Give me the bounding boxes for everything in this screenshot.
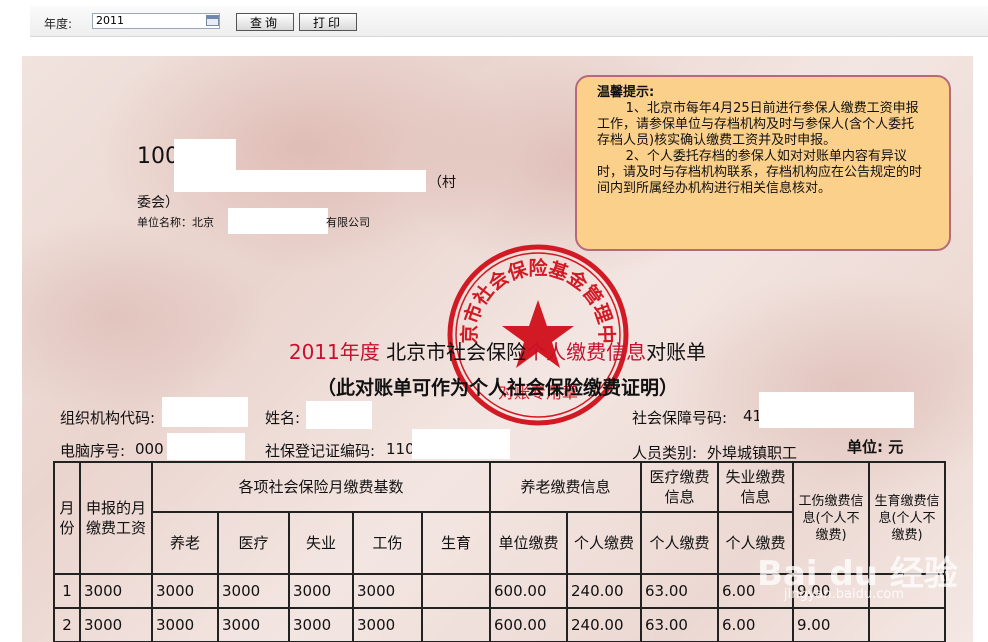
redaction-block bbox=[167, 433, 245, 460]
redaction-block bbox=[162, 397, 248, 427]
calendar-icon[interactable] bbox=[206, 15, 219, 26]
cell-pension-unit: 600.00 bbox=[489, 573, 568, 609]
redaction-block bbox=[306, 401, 372, 429]
person-category-label: 人员类别: bbox=[632, 444, 698, 462]
header-pension-info: 养老缴费信息 bbox=[489, 461, 642, 513]
redaction-block bbox=[759, 392, 914, 428]
cell-medical-base: 3000 bbox=[217, 607, 290, 642]
title-main: 北京市社会保险 bbox=[379, 340, 527, 364]
header-declared-wage: 申报的月缴费工资 bbox=[79, 461, 153, 575]
cell-unemployment-personal: 6.00 bbox=[717, 607, 794, 642]
statement-title: 2011年度 北京市社会保险个人缴费信息对账单 bbox=[22, 336, 973, 365]
header-unemployment-info: 失业缴费信息 bbox=[717, 461, 794, 513]
registration-code-value: 110 bbox=[386, 440, 415, 458]
social-security-no-label: 社会保障号码: bbox=[632, 409, 728, 427]
notice-title: 温馨提示: bbox=[597, 85, 655, 100]
print-button[interactable]: 打印 bbox=[299, 13, 357, 31]
cell-unemployment-base: 3000 bbox=[288, 573, 354, 609]
cell-maternity-base bbox=[421, 607, 491, 642]
currency-unit: 单位: 元 bbox=[847, 438, 904, 456]
name-label: 姓名: bbox=[265, 409, 301, 427]
cell-pension-unit: 600.00 bbox=[489, 607, 568, 642]
notice-paragraph-1: 1、北京市每年4月25日前进行参保人缴费工资申报工作，请参保单位与存档机构及时与… bbox=[597, 101, 919, 148]
subheader-medical-base: 医疗 bbox=[217, 511, 290, 575]
org-code-label: 组织机构代码: bbox=[60, 409, 156, 427]
cell-declared-wage: 3000 bbox=[79, 607, 153, 642]
year-label: 年度: bbox=[44, 17, 73, 31]
official-seal: 北京市社会保险基金管理中心 对账专用章 bbox=[445, 242, 629, 426]
person-category-value: 外埠城镇职工 bbox=[707, 444, 798, 462]
subheader-unemployment-base: 失业 bbox=[288, 511, 354, 575]
header-contribution-bases: 各项社会保险月缴费基数 bbox=[151, 461, 491, 513]
cell-medical-personal: 63.00 bbox=[640, 573, 719, 609]
cell-injury-base: 3000 bbox=[352, 573, 423, 609]
cell-unemployment-base: 3000 bbox=[288, 607, 354, 642]
redaction-block bbox=[174, 170, 426, 192]
redaction-block bbox=[412, 429, 510, 459]
header-medical-info: 医疗缴费信息 bbox=[640, 461, 719, 513]
notice-paragraph-2: 2、个人委托存档的参保人如对对账单内容有异议时，请及时与存档机构联系，存档机构应… bbox=[597, 149, 923, 196]
unit-name-suffix: 有限公司 bbox=[326, 216, 370, 229]
cell-injury-base: 3000 bbox=[352, 607, 423, 642]
subheader-pension-base: 养老 bbox=[151, 511, 219, 575]
cell-month: 2 bbox=[53, 607, 81, 642]
title-end: 对账单 bbox=[646, 340, 707, 364]
redaction-block bbox=[174, 139, 236, 172]
subheader-pension-personal-payment: 个人缴费 bbox=[566, 511, 642, 575]
statement-document: 温馨提示: 1、北京市每年4月25日前进行参保人缴费工资申报工作，请参保单位与存… bbox=[22, 56, 973, 642]
query-button[interactable]: 查询 bbox=[236, 13, 294, 31]
cell-pension-personal: 240.00 bbox=[566, 607, 642, 642]
subheader-medical-personal-payment: 个人缴费 bbox=[640, 511, 719, 575]
cell-medical-personal: 63.00 bbox=[640, 607, 719, 642]
cell-month: 1 bbox=[53, 573, 81, 609]
header-month: 月份 bbox=[53, 461, 81, 575]
year-input[interactable] bbox=[92, 13, 220, 29]
cell-injury-info: 9.00 bbox=[792, 607, 870, 642]
notice-box: 温馨提示: 1、北京市每年4月25日前进行参保人缴费工资申报工作，请参保单位与存… bbox=[575, 75, 951, 251]
table-row: 2 3000 3000 3000 3000 3000 600.00 240.00… bbox=[53, 607, 946, 642]
registration-code-label: 社保登记证编码: bbox=[265, 442, 376, 460]
unit-name-prefix: 单位名称：北京 bbox=[137, 216, 214, 229]
subheader-maternity-base: 生育 bbox=[421, 511, 491, 575]
cell-medical-base: 3000 bbox=[217, 573, 290, 609]
subheader-injury-base: 工伤 bbox=[352, 511, 423, 575]
unit-code: 100 bbox=[137, 144, 179, 169]
cell-declared-wage: 3000 bbox=[79, 573, 153, 609]
cell-pension-personal: 240.00 bbox=[566, 573, 642, 609]
title-personal: 个人缴费信息 bbox=[526, 340, 647, 364]
village-suffix: （村 bbox=[428, 175, 456, 191]
table-header-row: 月份 申报的月缴费工资 各项社会保险月缴费基数 养老缴费信息 医疗缴费信息 失业… bbox=[53, 461, 946, 575]
watermark-url: jingyan.baidu.com bbox=[784, 587, 904, 602]
query-toolbar: 年度: 查询 打印 bbox=[30, 6, 988, 37]
computer-no-label: 电脑序号: bbox=[60, 442, 126, 460]
cell-maternity-info bbox=[868, 607, 946, 642]
computer-no-value: 000 bbox=[135, 440, 164, 458]
redaction-block bbox=[228, 208, 328, 234]
title-year: 2011年度 bbox=[288, 340, 380, 364]
cell-maternity-base bbox=[421, 573, 491, 609]
cell-pension-base: 3000 bbox=[151, 607, 219, 642]
subheader-pension-unit-payment: 单位缴费 bbox=[489, 511, 568, 575]
cell-pension-base: 3000 bbox=[151, 573, 219, 609]
village-continuation: 委会） bbox=[137, 195, 179, 211]
